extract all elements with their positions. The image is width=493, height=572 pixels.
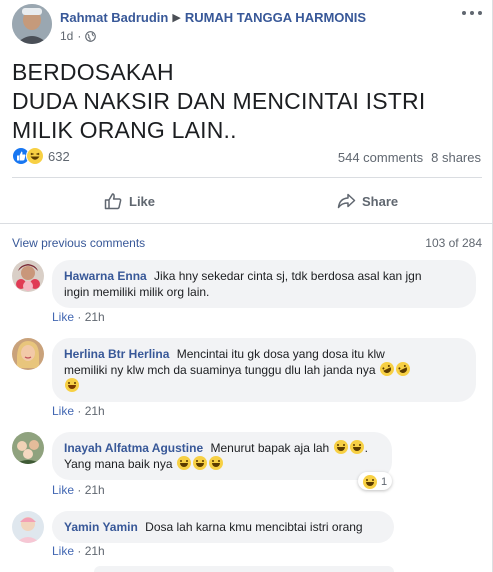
like-button[interactable]: Like (104, 186, 155, 216)
surprised-emoji-icon (65, 378, 79, 392)
comment-reaction-pill[interactable]: 1 (358, 472, 393, 490)
comment-bubble: Inayah Alfatma Agustine Menurut bapak aj… (52, 432, 392, 480)
post-text-line: BERDOSAKAH (12, 59, 174, 85)
comment-text: ingin memiliki milik org lain. (64, 285, 210, 299)
comment-bubble: Yamin Yamin Dosa lah karna kmu mencibtai… (52, 511, 394, 543)
commenter-avatar[interactable] (12, 260, 44, 292)
comment-time[interactable]: 21h (85, 544, 105, 558)
dot-separator: · (77, 29, 82, 43)
comment-text: Dosa lah karna kmu mencibtai istri orang (145, 520, 363, 534)
comment-reaction-count: 1 (381, 476, 388, 488)
comment-time[interactable]: 21h (85, 404, 105, 418)
commenter-avatar[interactable] (12, 338, 44, 370)
post-text-line: DUDA NAKSIR DAN MENCINTAI ISTRI (12, 88, 426, 114)
group-name[interactable]: RUMAH TANGGA HARMONIS (185, 10, 366, 25)
reaction-count: 632 (48, 148, 70, 164)
like-label: Like (129, 193, 156, 209)
next-comment-peek (94, 566, 394, 572)
comment-like-link[interactable]: Like (52, 483, 74, 497)
comment-actions: Like · 21h (52, 483, 105, 497)
post-body: BERDOSAKAH DUDA NAKSIR DAN MENCINTAI IST… (12, 58, 482, 145)
comment-time[interactable]: 21h (85, 310, 105, 324)
grin-emoji-icon (349, 440, 364, 454)
author-avatar[interactable] (12, 4, 52, 44)
commenter-name[interactable]: Inayah Alfatma Agustine (64, 441, 203, 455)
comment-like-link[interactable]: Like (52, 404, 74, 418)
post-card: Rahmat Badrudin ▶ RUMAH TANGGA HARMONIS 1d… (0, 0, 493, 572)
post-stats: 544 comments 8 shares (338, 150, 481, 165)
haha-reaction-icon (363, 475, 377, 489)
globe-icon (85, 30, 97, 42)
rofl-emoji-icon (377, 359, 397, 379)
rofl-emoji-icon (393, 359, 413, 379)
commenter-name[interactable]: Hawarna Enna (64, 269, 147, 283)
more-icon[interactable] (462, 6, 482, 20)
grin-emoji-icon (333, 440, 348, 454)
comment-actions: Like · 21h (52, 404, 105, 418)
comment-actions: Like · 21h (52, 310, 105, 324)
laugh-emoji-icon (192, 456, 207, 470)
commenter-avatar[interactable] (12, 511, 44, 543)
comment-text: Menurut bapak aja lah (210, 441, 330, 455)
share-label: Share (362, 193, 399, 209)
laugh-emoji-icon (176, 456, 191, 470)
commenter-name[interactable]: Yamin Yamin (64, 520, 138, 534)
comment-actions: Like · 21h (52, 544, 105, 558)
comment-text: Jika hny sekedar cinta sj, tdk berdosa a… (154, 269, 422, 283)
comment-text: memiliki ny klw mch da suaminya tunggu d… (64, 363, 376, 377)
caret-right-icon: ▶ (172, 12, 181, 24)
comment-bubble: Herlina Btr Herlina Mencintai itu gk dos… (52, 338, 476, 402)
laugh-emoji-icon (208, 456, 223, 470)
comment-like-link[interactable]: Like (52, 310, 74, 324)
comment-bubble: Hawarna Enna Jika hny sekedar cinta sj, … (52, 260, 476, 308)
comment-text: Mencintai itu gk dosa yang dosa itu klw (176, 347, 385, 361)
comments-count[interactable]: 544 comments (338, 150, 423, 165)
post-time[interactable]: 1d (60, 29, 73, 43)
share-button[interactable]: Share (337, 186, 398, 216)
author-line: Rahmat Badrudin ▶ RUMAH TANGGA HARMONIS (60, 10, 366, 25)
divider (12, 177, 482, 178)
comment-time[interactable]: 21h (85, 483, 105, 497)
post-header: Rahmat Badrudin ▶ RUMAH TANGGA HARMONIS 1d… (12, 4, 482, 46)
thumbs-up-icon (104, 193, 122, 210)
comments-page-count: 103 of 284 (425, 236, 482, 250)
commenter-name[interactable]: Herlina Btr Herlina (64, 347, 169, 361)
reaction-summary[interactable]: 632 (12, 146, 70, 166)
shares-count[interactable]: 8 shares (431, 150, 481, 165)
share-arrow-icon (337, 193, 356, 209)
comment-like-link[interactable]: Like (52, 544, 74, 558)
author-name[interactable]: Rahmat Badrudin (60, 10, 168, 25)
comment-text: Yang mana baik nya (64, 457, 173, 471)
commenter-avatar[interactable] (12, 432, 44, 464)
post-meta: 1d · (60, 29, 97, 43)
post-text-line: MILIK ORANG LAIN.. (12, 117, 237, 143)
divider (0, 223, 493, 224)
haha-reaction-icon (26, 147, 44, 165)
view-previous-comments-link[interactable]: View previous comments (12, 236, 145, 250)
